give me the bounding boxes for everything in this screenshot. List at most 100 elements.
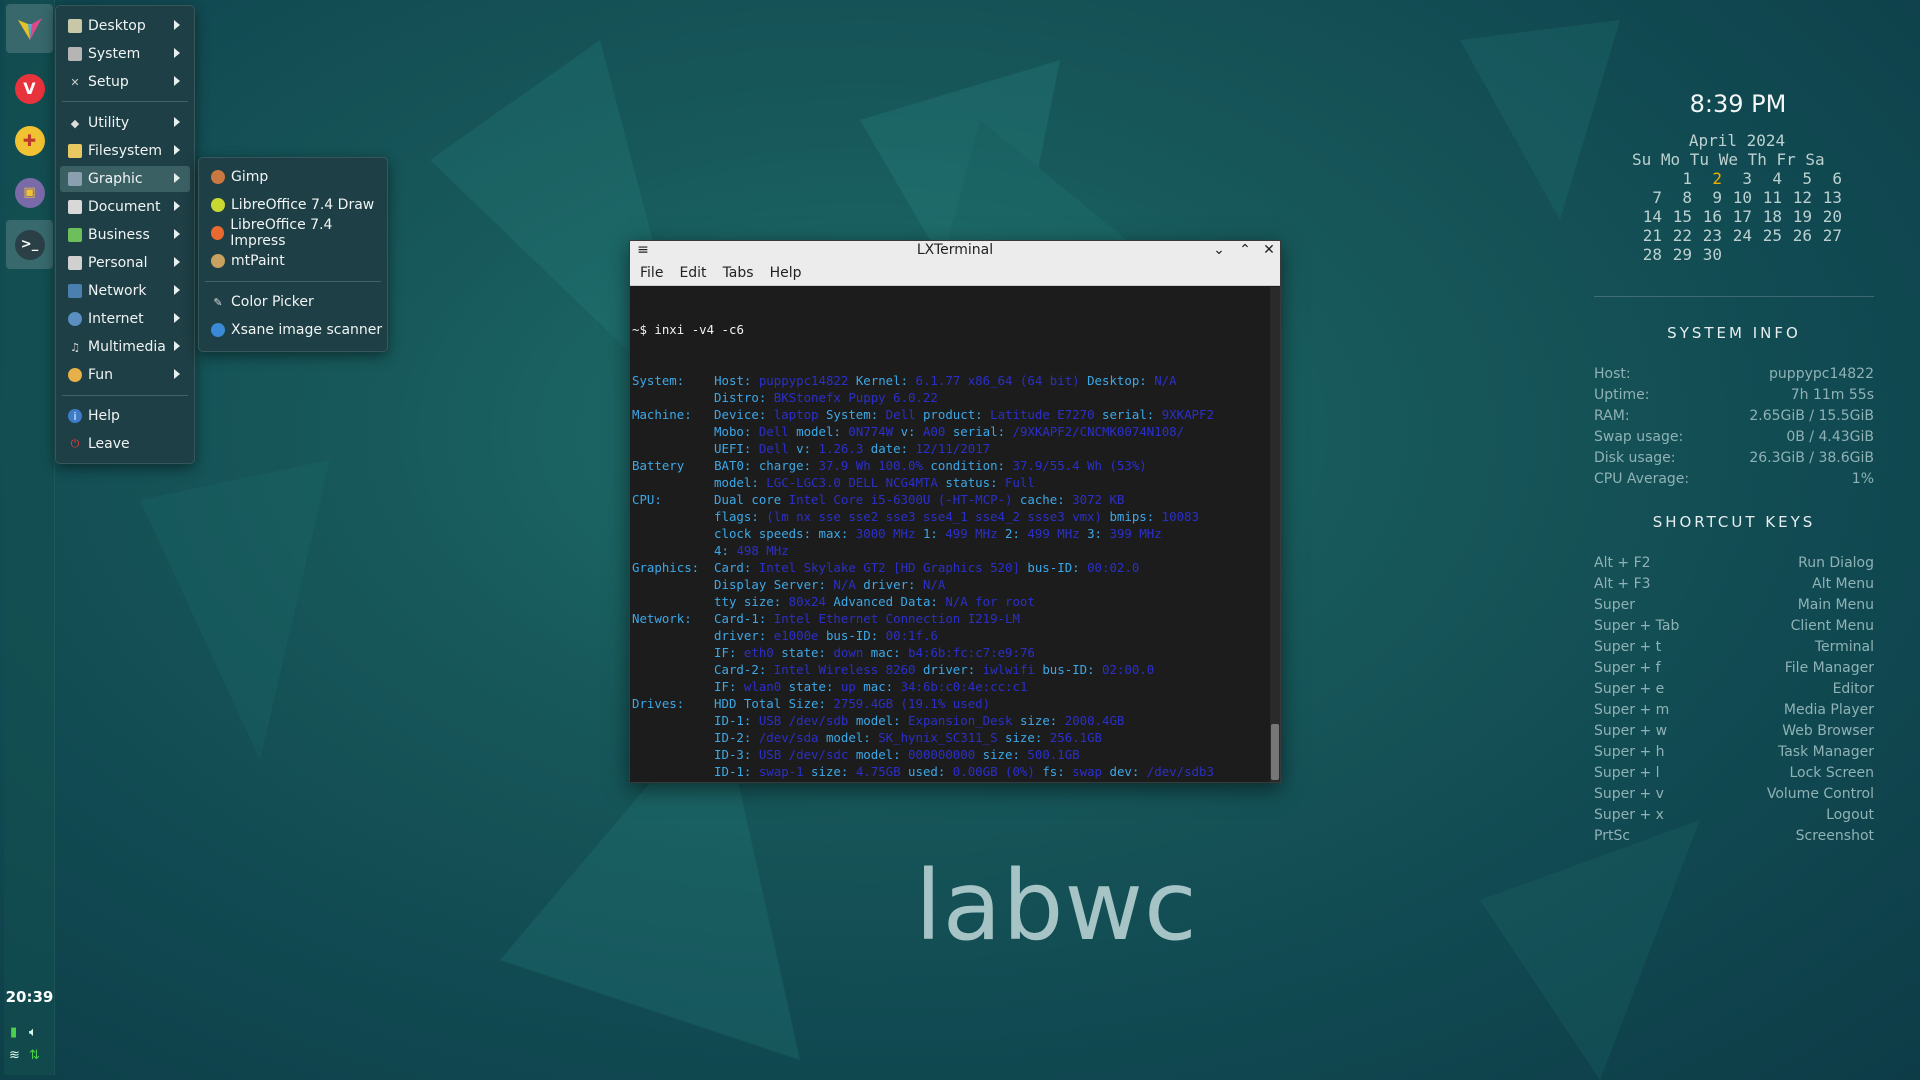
- terminal-value-text: 00:02.0: [1087, 560, 1140, 575]
- menu-tabs[interactable]: Tabs: [723, 265, 754, 281]
- menu-item-network[interactable]: Network: [60, 278, 190, 304]
- calendar-day: 20: [1822, 207, 1842, 226]
- dock-terminal-button[interactable]: >_: [6, 220, 53, 269]
- terminal-key-text: state:: [781, 645, 834, 660]
- terminal-output[interactable]: ~$ inxi -v4 -c6 System: Host: puppypc148…: [630, 287, 1270, 782]
- menu-item-label: System: [88, 46, 141, 62]
- calendar-weeks: 1 2 3 4 5 6 7 8 9 10 11 12 13 14 15 16 17 18 19 20 21 22 23 24 2…: [1632, 169, 1842, 264]
- terminal-key-text: model:: [796, 424, 849, 439]
- volume-icon[interactable]: 🔈︎: [29, 1025, 37, 1040]
- info-value: puppypc14822: [1769, 366, 1874, 382]
- menu-item-label: Desktop: [88, 18, 146, 34]
- menu-item-graphic[interactable]: Graphic: [60, 166, 190, 192]
- terminal-key-text: ID-1:: [632, 713, 759, 728]
- menu-item-gimp[interactable]: Gimp: [203, 164, 383, 190]
- wifi-icon[interactable]: ≋: [9, 1048, 20, 1063]
- terminal-value-text: 256.1GB: [1049, 730, 1102, 745]
- menu-file[interactable]: File: [640, 265, 663, 281]
- calendar-day: 7: [1652, 188, 1662, 207]
- info-key: Disk usage:: [1594, 450, 1676, 466]
- submenu-arrow-icon: [174, 285, 180, 295]
- terminal-line: model: LGC-LGC3.0 DELL NCG4MTA status: F…: [632, 474, 1270, 491]
- menu-item-document[interactable]: Document: [60, 194, 190, 220]
- dock-clock[interactable]: 20:39: [4, 988, 55, 1006]
- menu-item-multimedia[interactable]: ♫ Multimedia: [60, 334, 190, 360]
- maximize-icon[interactable]: ⌃: [1236, 242, 1254, 258]
- terminal-line: clock speeds: max: 3000 MHz 1: 499 MHz 2…: [632, 525, 1270, 542]
- menu-item-leave[interactable]: ⏻ Leave: [60, 431, 190, 457]
- minimize-icon[interactable]: ⌄: [1210, 242, 1228, 258]
- menu-item-business[interactable]: Business: [60, 222, 190, 248]
- info-key: Alt + F2: [1594, 555, 1651, 571]
- info-value: Editor: [1832, 681, 1874, 697]
- menu-item-filesystem[interactable]: Filesystem: [60, 138, 190, 164]
- network-status-icon[interactable]: ⇅: [29, 1048, 40, 1063]
- menu-item-system[interactable]: System: [60, 41, 190, 67]
- info-key: Uptime:: [1594, 387, 1650, 403]
- info-key: Super + l: [1594, 765, 1660, 781]
- dock-rescue-button[interactable]: ✚: [6, 116, 53, 165]
- menu-item-desktop[interactable]: Desktop: [60, 13, 190, 39]
- menu-item-utility[interactable]: ◆ Utility: [60, 110, 190, 136]
- info-value: Web Browser: [1782, 723, 1874, 739]
- menu-item-mtpaint[interactable]: mtPaint: [203, 248, 383, 274]
- dock-labwc-menu-button[interactable]: [6, 4, 53, 53]
- menu-item-color-picker[interactable]: ✎ Color Picker: [203, 289, 383, 315]
- dock-vivaldi-button[interactable]: V: [6, 64, 53, 113]
- labwc-logo-icon: [15, 14, 45, 44]
- calendar-day: 3: [1742, 169, 1752, 188]
- menu-item-setup[interactable]: ✕ Setup: [60, 69, 190, 95]
- menu-edit[interactable]: Edit: [679, 265, 706, 281]
- graphic-submenu: Gimp LibreOffice 7.4 Draw LibreOffice 7.…: [198, 157, 388, 352]
- menu-item-xsane[interactable]: Xsane image scanner: [203, 317, 383, 343]
- info-key: Swap usage:: [1594, 429, 1684, 445]
- calendar-day: 18: [1762, 207, 1782, 226]
- menu-help[interactable]: Help: [770, 265, 802, 281]
- calendar-day: 30: [1702, 245, 1722, 264]
- info-row: Super + w Web Browser: [1594, 723, 1874, 743]
- menu-item-internet[interactable]: Internet: [60, 306, 190, 332]
- menu-item-libreoffice-impress[interactable]: LibreOffice 7.4 Impress: [203, 217, 383, 249]
- terminal-value-text: 1.26.3: [818, 441, 871, 456]
- calendar-weekdays: Su Mo Tu We Th Fr Sa: [1632, 150, 1825, 169]
- close-icon[interactable]: ✕: [1260, 242, 1278, 258]
- scrollbar-thumb[interactable]: [1271, 724, 1279, 780]
- window-titlebar[interactable]: ≡ LXTerminal ⌄ ⌃ ✕: [630, 241, 1280, 261]
- info-icon: i: [68, 409, 82, 423]
- menu-item-fun[interactable]: Fun: [60, 362, 190, 388]
- dock-package-button[interactable]: ▣: [6, 168, 53, 217]
- terminal-menubar: File Edit Tabs Help: [630, 261, 1280, 286]
- terminal-value-text: Full: [1005, 475, 1035, 490]
- system-info-heading: SYSTEM INFO: [1667, 324, 1801, 342]
- terminal-key-text: cache:: [1019, 492, 1073, 507]
- terminal-key-text: serial:: [1102, 407, 1162, 422]
- scrollbar[interactable]: [1270, 287, 1280, 782]
- terminal-value-text: Latitude E7270: [990, 407, 1103, 422]
- info-row: Super + e Editor: [1594, 681, 1874, 701]
- terminal-value-text: Dell: [758, 424, 797, 439]
- terminal-value-text: 12/11/2017: [915, 441, 991, 456]
- multimedia-icon: ♫: [70, 340, 80, 354]
- terminal-value-text: 2759.4GB (19.1% used): [833, 696, 991, 711]
- menu-item-libreoffice-draw[interactable]: LibreOffice 7.4 Draw: [203, 192, 383, 218]
- menu-item-personal[interactable]: Personal: [60, 250, 190, 276]
- menu-item-help[interactable]: i Help: [60, 403, 190, 429]
- terminal-value-text: eth0: [743, 645, 782, 660]
- terminal-key-text: model:: [855, 747, 909, 762]
- terminal-value-text: 6.1.77 x86_64 (64 bit): [915, 373, 1088, 388]
- info-row: Super + l Lock Screen: [1594, 765, 1874, 785]
- submenu-arrow-icon: [174, 369, 180, 379]
- main-menu: Desktop System ✕ Setup ◆ Utility Filesyste…: [55, 5, 195, 464]
- calendar-week: 14 15 16 17 18 19 20: [1632, 207, 1842, 226]
- lxterminal-window[interactable]: ≡ LXTerminal ⌄ ⌃ ✕ File Edit Tabs Help ~…: [629, 240, 1281, 783]
- calendar-day: 29: [1672, 245, 1692, 264]
- terminal-value-text: 498 MHz: [736, 543, 789, 558]
- info-key: Super + v: [1594, 786, 1664, 802]
- menu-item-label: Gimp: [231, 169, 269, 185]
- terminal-key-text: Info: Processes:: [632, 781, 796, 782]
- battery-icon[interactable]: ▮: [10, 1025, 17, 1040]
- menu-item-label: Fun: [88, 367, 114, 383]
- info-key: Super + m: [1594, 702, 1670, 718]
- terminal-key-text: Network: Card-1:: [632, 611, 774, 626]
- terminal-value-text: 499 MHz: [1027, 526, 1088, 541]
